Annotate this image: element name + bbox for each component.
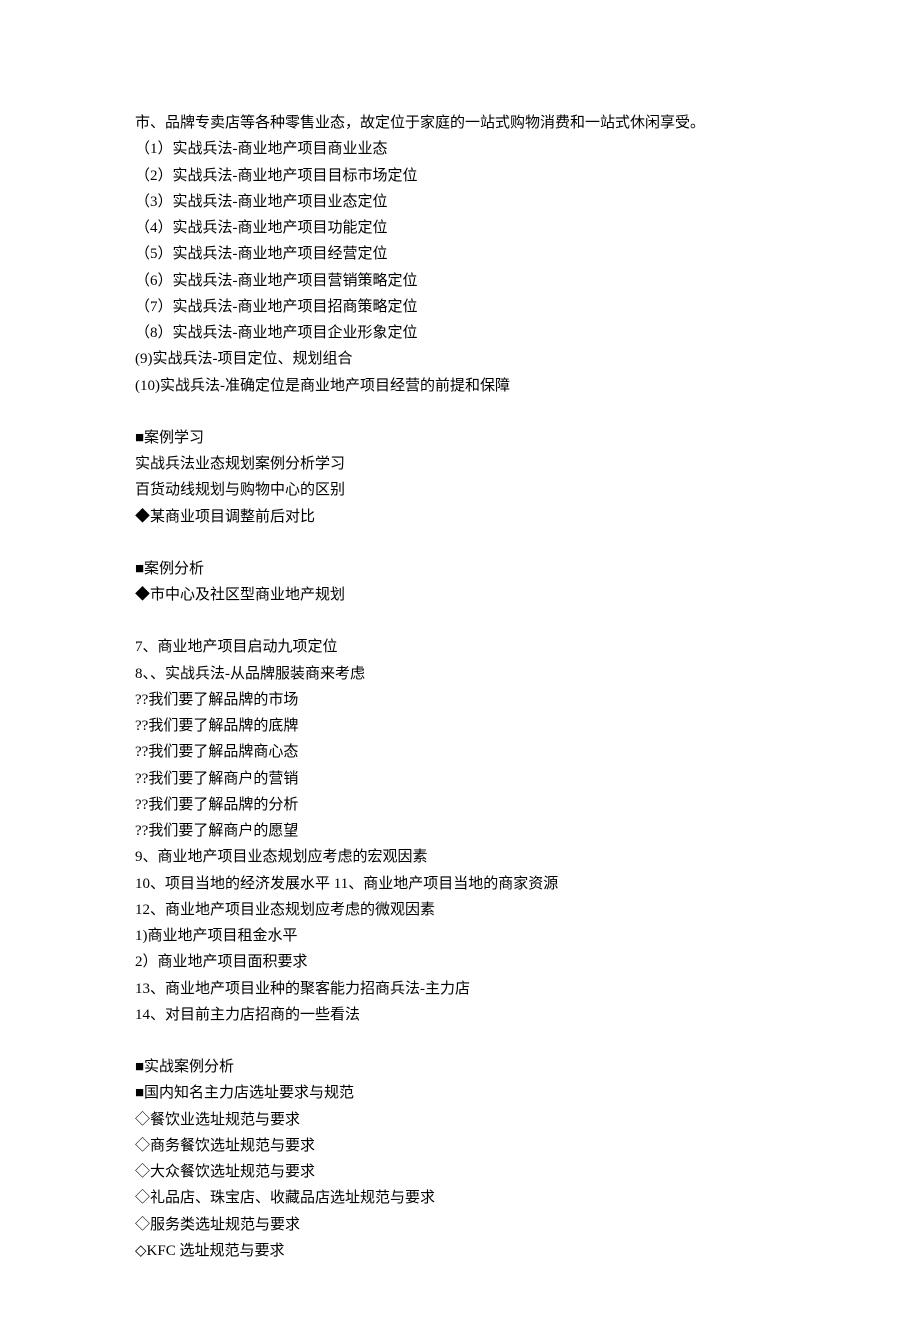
text-line: (10)实战兵法-准确定位是商业地产项目经营的前提和保障 (135, 373, 795, 399)
text-line: （3）实战兵法-商业地产项目业态定位 (135, 189, 795, 215)
text-line: ??我们要了解品牌的分析 (135, 792, 795, 818)
blank-line (135, 530, 795, 556)
text-line: ■实战案例分析 (135, 1054, 795, 1080)
text-line: （6）实战兵法-商业地产项目营销策略定位 (135, 268, 795, 294)
text-line: 13、商业地产项目业种的聚客能力招商兵法-主力店 (135, 976, 795, 1002)
text-line: ??我们要了解商户的营销 (135, 766, 795, 792)
text-line: ??我们要了解品牌的底牌 (135, 713, 795, 739)
text-line: （8）实战兵法-商业地产项目企业形象定位 (135, 320, 795, 346)
text-line: 12、商业地产项目业态规划应考虑的微观因素 (135, 897, 795, 923)
text-line: 9、商业地产项目业态规划应考虑的宏观因素 (135, 844, 795, 870)
blank-line (135, 608, 795, 634)
text-line: ◇餐饮业选址规范与要求 (135, 1107, 795, 1133)
text-line: ◆某商业项目调整前后对比 (135, 504, 795, 530)
text-line: 8、、实战兵法-从品牌服装商来考虑 (135, 661, 795, 687)
text-line: 实战兵法业态规划案例分析学习 (135, 451, 795, 477)
text-line: 10、项目当地的经济发展水平 11、商业地产项目当地的商家资源 (135, 871, 795, 897)
text-line: ◇服务类选址规范与要求 (135, 1212, 795, 1238)
text-line: ■国内知名主力店选址要求与规范 (135, 1080, 795, 1106)
text-line: ◇KFC 选址规范与要求 (135, 1238, 795, 1264)
text-line: ■案例分析 (135, 556, 795, 582)
text-line: 7、商业地产项目启动九项定位 (135, 634, 795, 660)
text-line: ◇礼品店、珠宝店、收藏品店选址规范与要求 (135, 1185, 795, 1211)
text-line: ◇大众餐饮选址规范与要求 (135, 1159, 795, 1185)
text-line: ■案例学习 (135, 425, 795, 451)
text-line: （2）实战兵法-商业地产项目目标市场定位 (135, 163, 795, 189)
text-line: ??我们要了解商户的愿望 (135, 818, 795, 844)
text-line: ◆市中心及社区型商业地产规划 (135, 582, 795, 608)
text-line: 2）商业地产项目面积要求 (135, 949, 795, 975)
text-line: 1)商业地产项目租金水平 (135, 923, 795, 949)
text-line: (9)实战兵法-项目定位、规划组合 (135, 346, 795, 372)
text-line: （7）实战兵法-商业地产项目招商策略定位 (135, 294, 795, 320)
text-line: 百货动线规划与购物中心的区别 (135, 477, 795, 503)
blank-line (135, 1028, 795, 1054)
blank-line (135, 399, 795, 425)
text-line: 市、品牌专卖店等各种零售业态，故定位于家庭的一站式购物消费和一站式休闲享受。 (135, 110, 795, 136)
text-line: （4）实战兵法-商业地产项目功能定位 (135, 215, 795, 241)
text-line: ??我们要了解品牌商心态 (135, 739, 795, 765)
text-line: ??我们要了解品牌的市场 (135, 687, 795, 713)
text-line: （5）实战兵法-商业地产项目经营定位 (135, 241, 795, 267)
text-line: （1）实战兵法-商业地产项目商业业态 (135, 136, 795, 162)
text-line: ◇商务餐饮选址规范与要求 (135, 1133, 795, 1159)
document-body: 市、品牌专卖店等各种零售业态，故定位于家庭的一站式购物消费和一站式休闲享受。（1… (135, 110, 795, 1264)
text-line: 14、对目前主力店招商的一些看法 (135, 1002, 795, 1028)
